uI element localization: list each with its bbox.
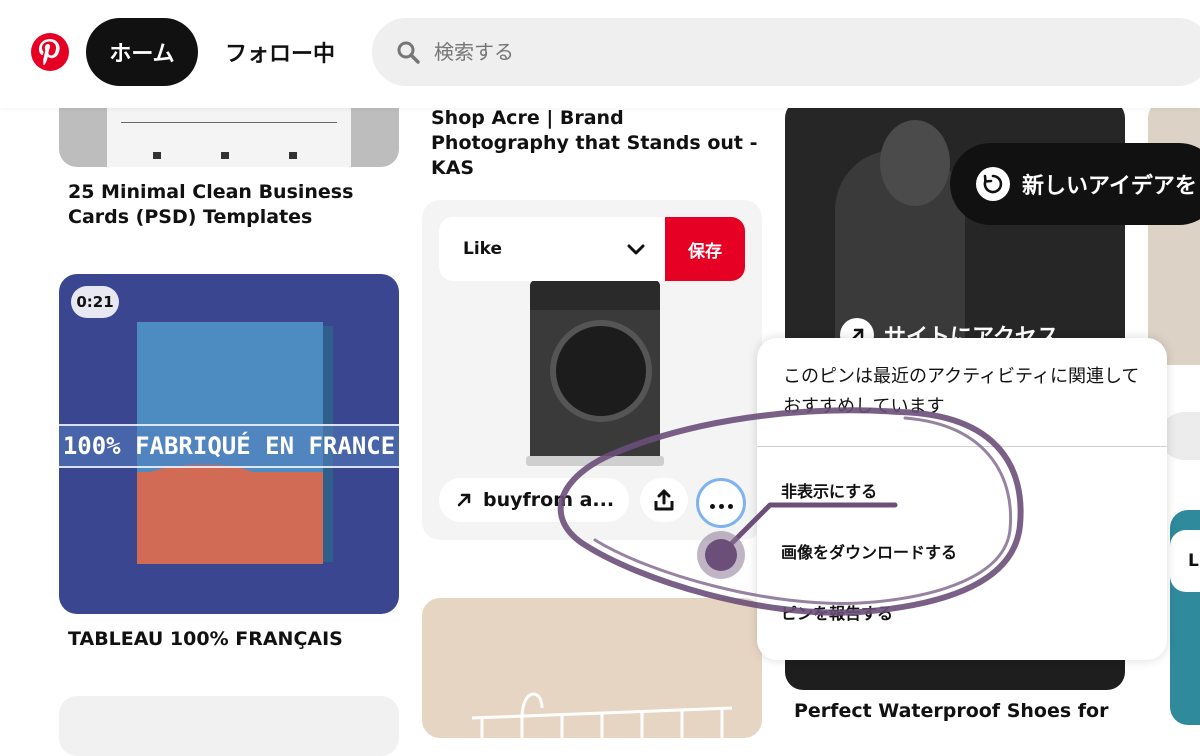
menu-info-text: このピンは最近のアクティビティに関連しておすすめしています	[783, 366, 1140, 417]
search-icon	[397, 41, 420, 64]
tableau-pin-title[interactable]: TABLEAU 100% FRANÇAIS	[68, 627, 388, 652]
mail-icon	[221, 152, 229, 159]
top-header: ホーム フォロー中	[0, 0, 1200, 108]
search-input[interactable]	[432, 39, 1136, 65]
refresh-icon	[976, 167, 1010, 201]
board-select-dropdown[interactable]: Like	[439, 217, 665, 281]
menu-item-report-pin[interactable]: ピンを報告する	[781, 590, 1141, 634]
business-cards-pin-title[interactable]: 25 Minimal Clean Business Cards (PSD) Te…	[68, 180, 368, 230]
pinterest-p-glyph	[39, 39, 60, 66]
wire-rack-drawing	[471, 692, 733, 738]
save-button[interactable]: 保存	[665, 217, 745, 281]
card-rule-line	[121, 122, 337, 123]
tableau-banner: 100% FABRIQUÉ EN FRANCE	[59, 424, 399, 468]
pin-options-menu: このピンは最近のアクティビティに関連しておすすめしています 非表示にする 画像を…	[757, 338, 1167, 660]
pinterest-logo-icon[interactable]	[31, 33, 69, 71]
person-head	[880, 120, 950, 206]
visit-link-label: buyfrom a...	[483, 489, 615, 511]
share-button[interactable]	[640, 478, 688, 522]
wire-rack-pin-image[interactable]	[422, 598, 762, 738]
nav-home-button[interactable]: ホーム	[86, 18, 198, 86]
menu-item-download-image[interactable]: 画像をダウンロードする	[781, 529, 1141, 573]
video-duration-badge: 0:21	[71, 286, 119, 318]
touch-indicator-core	[705, 539, 737, 571]
menu-divider	[757, 446, 1167, 447]
more-options-button[interactable]	[696, 478, 746, 528]
washer-pin[interactable]: Like 保存 buyfrom a...	[422, 200, 762, 540]
search-bar[interactable]	[372, 18, 1200, 86]
washer-base	[526, 456, 664, 466]
arrow-up-right-icon	[457, 493, 471, 507]
washer-door	[550, 320, 652, 422]
share-icon	[654, 489, 674, 511]
next-pin-image[interactable]	[59, 696, 399, 756]
more-dots-icon	[708, 494, 735, 513]
new-ideas-button[interactable]: 新しいアイデアを	[950, 143, 1200, 225]
edge-pin-image[interactable]	[1148, 100, 1200, 365]
menu-item-hide[interactable]: 非表示にする	[781, 468, 1141, 512]
shop-acre-pin-title[interactable]: Shop Acre | Brand Photography that Stand…	[431, 106, 761, 181]
washer-control-panel	[530, 280, 660, 310]
board-select-label: Like	[463, 239, 503, 259]
phone-icon	[153, 152, 161, 159]
touch-indicator	[697, 531, 745, 579]
chevron-down-icon	[627, 244, 645, 255]
edge-board-select[interactable]: Li	[1170, 530, 1200, 592]
location-icon	[289, 152, 297, 159]
visit-link-button[interactable]: buyfrom a...	[439, 478, 629, 522]
tableau-video-pin[interactable]: 100% FABRIQUÉ EN FRANCE 0:21	[59, 274, 399, 614]
edge-teal-pin-image[interactable]: Li	[1170, 510, 1200, 725]
washer-image	[526, 280, 664, 466]
shoes-pin-title[interactable]: Perfect Waterproof Shoes for	[794, 699, 1124, 724]
nav-following-button[interactable]: フォロー中	[210, 18, 350, 86]
new-ideas-label: 新しいアイデアを	[1022, 174, 1197, 199]
